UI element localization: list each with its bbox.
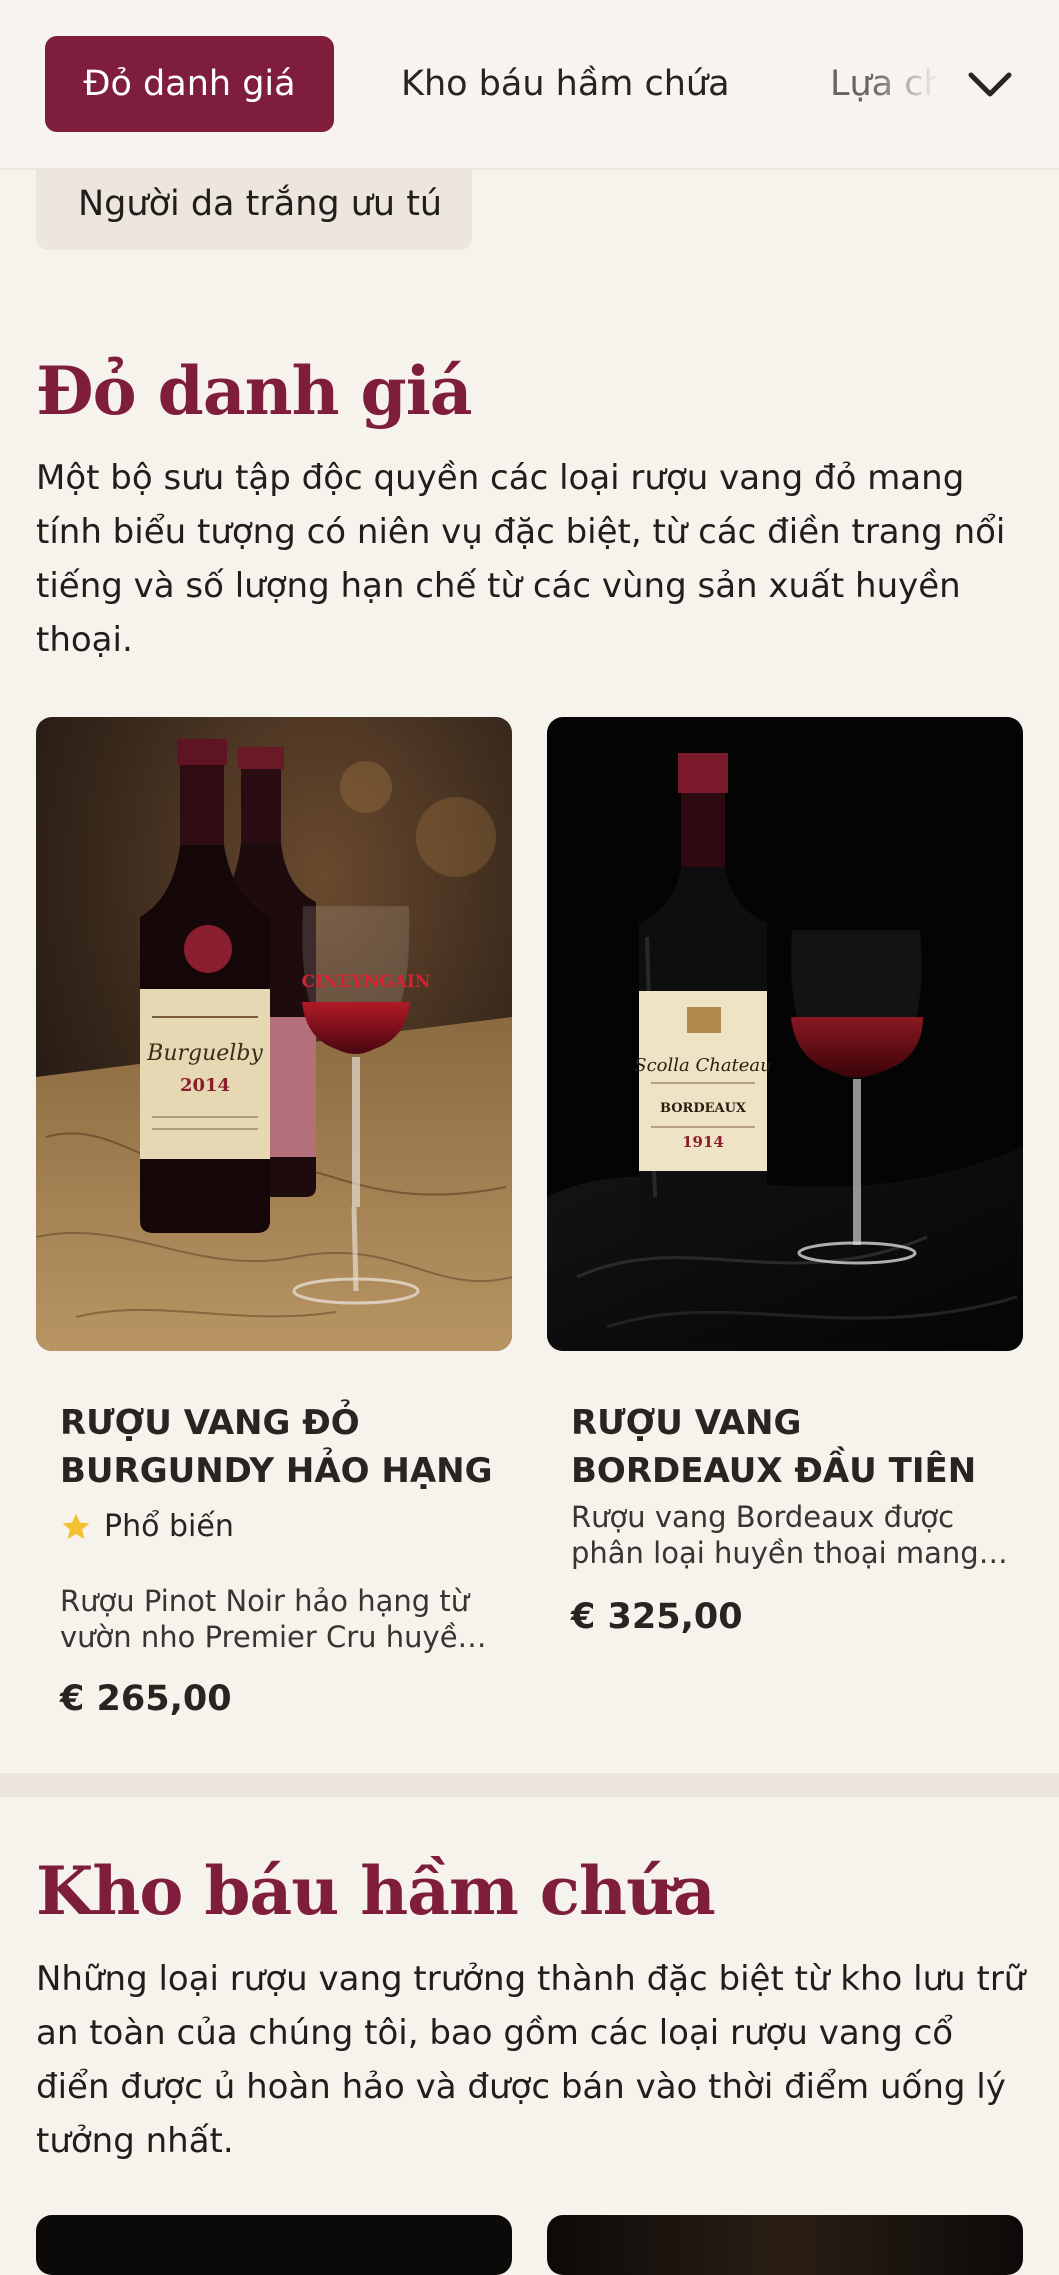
section-divider	[0, 1773, 1059, 1797]
category-dropdown-button[interactable]	[959, 54, 1021, 116]
product-image[interactable]	[547, 2215, 1023, 2275]
section-description: Một bộ sưu tập độc quyền các loại rượu v…	[36, 458, 1006, 660]
section-title-kho-bau-ham-chua: Kho báu hầm chứa	[36, 1852, 716, 1930]
section-description: Những loại rượu vang trưởng thành đặc bi…	[36, 1959, 1026, 2161]
product-image[interactable]: Scolla Chateau BORDEAUX 1914	[547, 717, 1023, 1351]
svg-text:Burguelby: Burguelby	[146, 1041, 263, 1066]
product-price: € 325,00	[571, 1597, 743, 1637]
star-icon	[62, 1513, 90, 1539]
section-title-do-danh-gia: Đỏ danh giá	[36, 352, 473, 430]
tab-do-danh-gia[interactable]: Đỏ danh giá	[45, 36, 334, 132]
svg-text:CINEYNGAIN: CINEYNGAIN	[302, 972, 431, 992]
svg-text:1914: 1914	[682, 1133, 724, 1151]
product-price: € 265,00	[60, 1679, 232, 1719]
product-description: Rượu vang Bordeaux được phân loại huyền …	[571, 1500, 979, 1570]
tab-kho-bau-ham-chua[interactable]: Kho báu hầm chứa	[401, 36, 730, 132]
product-image[interactable]: Burguelby 2014 CINEYNGAIN	[36, 717, 512, 1351]
tab-lua-chon[interactable]: Lựa chọn	[830, 36, 945, 132]
product-name[interactable]: RƯỢU VANG BORDEAUX ĐẦU TIÊN	[571, 1399, 1011, 1495]
category-nav: Đỏ danh giá Kho báu hầm chứa Lựa chọn	[0, 0, 1059, 170]
popular-badge: Phổ biến	[60, 1509, 234, 1544]
chevron-down-icon	[968, 72, 1012, 97]
product-description: Rượu Pinot Noir hảo hạng từ vườn nho Pre…	[60, 1584, 476, 1654]
svg-text:BORDEAUX: BORDEAUX	[660, 1101, 747, 1116]
badge-label: Phổ biến	[104, 1509, 234, 1544]
svg-text:2014: 2014	[180, 1075, 230, 1096]
svg-text:Scolla Chateau: Scolla Chateau	[634, 1055, 772, 1076]
product-name[interactable]: RƯỢU VANG ĐỎ BURGUNDY HẢO HẠNG	[60, 1399, 500, 1495]
product-image[interactable]	[36, 2215, 512, 2275]
